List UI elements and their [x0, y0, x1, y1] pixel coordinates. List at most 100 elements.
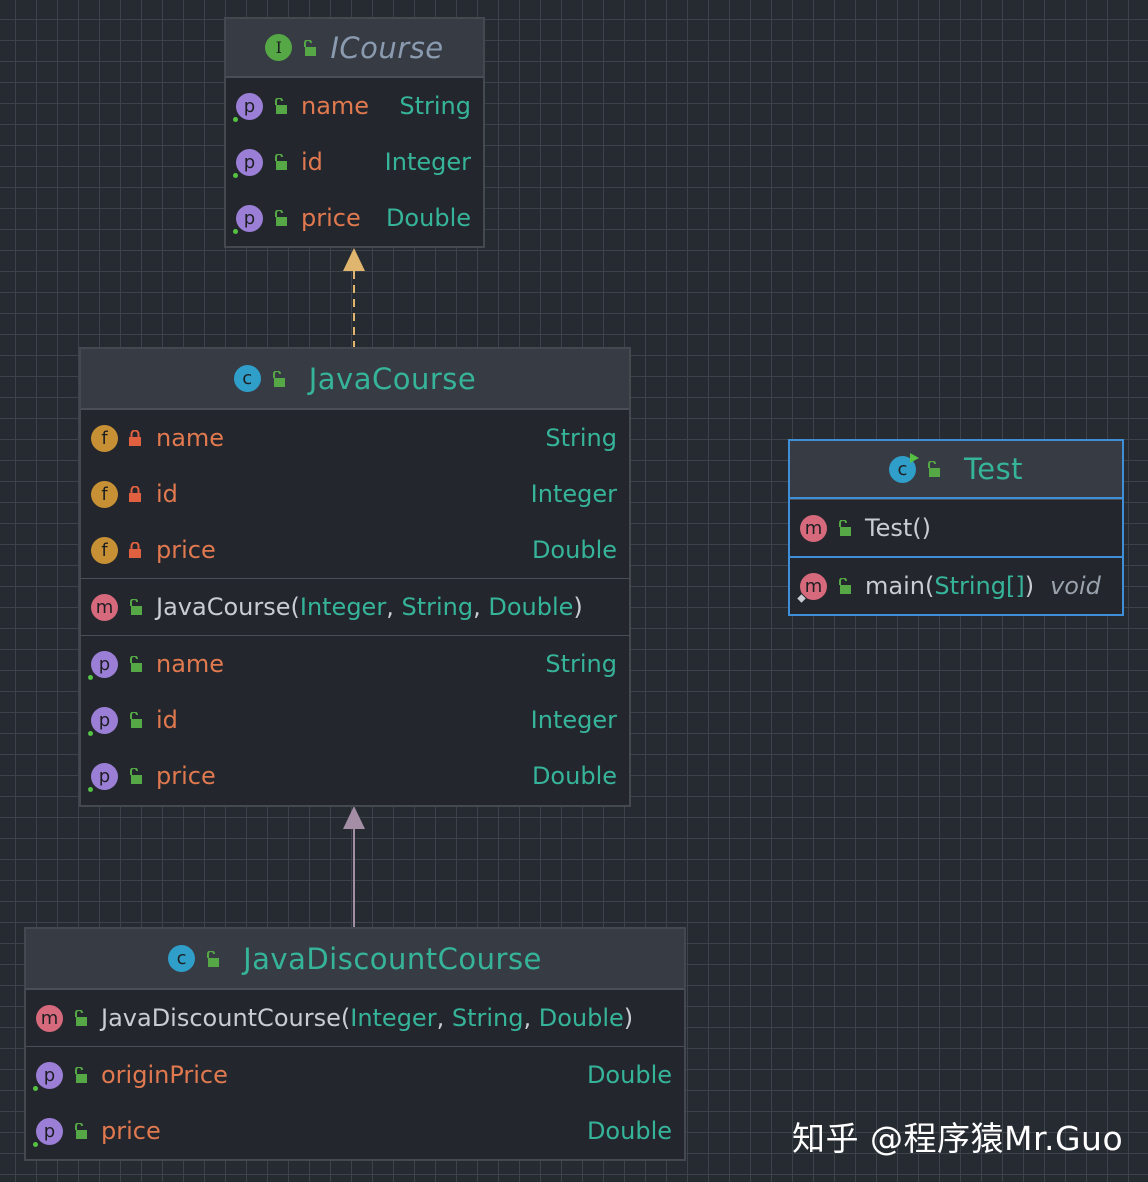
closed-lock-icon: [128, 486, 142, 502]
method-parens: (): [912, 514, 931, 542]
javadiscountcourse-methods: m JavaDiscountCourse(Integer, String, Dou…: [26, 989, 684, 1046]
field-name: name: [156, 424, 225, 452]
closed-lock-icon: [128, 430, 142, 446]
property-icon: p: [33, 1061, 63, 1091]
param-separator: ,: [386, 593, 402, 621]
test-node[interactable]: c Test m Test() m main(String[]) void: [788, 439, 1124, 616]
property-type: Double: [531, 762, 617, 790]
open-lock-icon: [273, 154, 287, 170]
constructor-row[interactable]: m JavaCourse(Integer, String, Double): [81, 579, 629, 635]
open-lock-icon: [73, 1123, 87, 1139]
property-row[interactable]: p price Double: [26, 1103, 684, 1159]
paren-open: (: [340, 1004, 351, 1032]
method-name: JavaCourse: [156, 593, 291, 621]
icourse-header: I ICourse: [226, 19, 483, 77]
open-lock-icon: [128, 768, 142, 784]
property-icon: p: [33, 1117, 63, 1147]
field-icon: f: [91, 480, 118, 508]
field-type: Integer: [530, 480, 617, 508]
test-methods: m main(String[]) void: [790, 556, 1122, 614]
closed-lock-icon: [128, 542, 142, 558]
field-type: Double: [531, 536, 617, 564]
open-lock-icon: [926, 461, 940, 477]
property-row[interactable]: p id Integer: [226, 134, 483, 190]
property-type: Integer: [530, 706, 617, 734]
param-separator: ,: [436, 1004, 452, 1032]
field-type: String: [545, 424, 617, 452]
javacourse-fields: f name String f id Integer f price Double: [81, 409, 629, 578]
method-name: Test: [865, 514, 913, 542]
param-type: Double: [488, 593, 574, 621]
paren-close: ): [623, 1004, 634, 1032]
javacourse-methods: m JavaCourse(Integer, String, Double): [81, 578, 629, 635]
property-row[interactable]: p price Double: [81, 748, 629, 804]
javadiscountcourse-node[interactable]: c JavaDiscountCourse m JavaDiscountCourse…: [24, 927, 686, 1161]
open-lock-icon: [273, 210, 287, 226]
param-type: String: [401, 593, 474, 621]
open-lock-icon: [271, 370, 285, 387]
method-row[interactable]: m main(String[]) void: [790, 558, 1122, 614]
javadiscountcourse-header: c JavaDiscountCourse: [26, 929, 684, 989]
field-icon: f: [91, 536, 118, 564]
property-icon: p: [233, 204, 263, 234]
constructor-row[interactable]: m Test(): [790, 500, 1122, 556]
return-type: void: [1050, 572, 1101, 600]
javacourse-title: JavaCourse: [308, 361, 477, 396]
open-lock-icon: [128, 599, 142, 615]
property-name: id: [156, 706, 178, 734]
property-name: price: [156, 762, 216, 790]
property-row[interactable]: p id Integer: [81, 692, 629, 748]
param-type: Integer: [299, 593, 387, 621]
javacourse-header: c JavaCourse: [81, 349, 629, 409]
constructor-row[interactable]: m JavaDiscountCourse(Integer, String, Dou…: [26, 990, 684, 1046]
property-row[interactable]: p name String: [81, 636, 629, 692]
field-name: id: [156, 480, 178, 508]
open-lock-icon: [73, 1067, 87, 1083]
param-type: Integer: [350, 1004, 437, 1032]
paren-close: ): [573, 593, 583, 621]
property-icon: p: [233, 148, 263, 178]
property-icon: p: [88, 650, 118, 680]
icourse-node[interactable]: I ICourse p name String p id Integer p price D…: [224, 17, 485, 248]
property-type: Double: [586, 1117, 672, 1145]
paren-close: ): [1024, 572, 1035, 600]
property-icon: p: [88, 706, 118, 736]
field-row[interactable]: f price Double: [81, 522, 629, 578]
class-icon: c: [233, 365, 261, 392]
property-name: price: [101, 1117, 161, 1145]
javadiscountcourse-properties: p originPrice Double p price Double: [26, 1046, 684, 1159]
property-type: Double: [385, 204, 471, 232]
property-icon: p: [88, 762, 118, 792]
property-type: Double: [586, 1061, 672, 1089]
property-name: originPrice: [101, 1061, 228, 1089]
property-row[interactable]: p price Double: [226, 190, 483, 246]
property-type: String: [399, 92, 471, 120]
interface-icon: I: [265, 34, 293, 61]
open-lock-icon: [205, 950, 220, 967]
paren-open: (: [924, 572, 935, 600]
property-row[interactable]: p originPrice Double: [26, 1047, 684, 1103]
field-row[interactable]: f name String: [81, 410, 629, 466]
javacourse-properties: p name String p id Integer p price Double: [81, 635, 629, 804]
open-lock-icon: [128, 656, 142, 672]
method-icon: m: [91, 593, 118, 621]
static-method-icon: m: [796, 572, 827, 604]
method-icon: m: [36, 1004, 63, 1032]
field-icon: f: [91, 424, 118, 452]
param-type: String[]: [934, 572, 1025, 600]
property-name: price: [301, 204, 361, 232]
paren-open: (: [290, 593, 300, 621]
property-row[interactable]: p name String: [226, 78, 483, 134]
open-lock-icon: [273, 98, 287, 114]
test-constructors: m Test(): [790, 499, 1122, 556]
method-icon: m: [800, 514, 827, 542]
property-type: String: [545, 650, 617, 678]
open-lock-icon: [302, 39, 317, 56]
field-name: price: [156, 536, 216, 564]
icourse-title: ICourse: [330, 30, 444, 65]
javadiscountcourse-title: JavaDiscountCourse: [243, 941, 542, 976]
property-type: Integer: [384, 148, 471, 176]
property-name: name: [156, 650, 225, 678]
field-row[interactable]: f id Integer: [81, 466, 629, 522]
javacourse-node[interactable]: c JavaCourse f name String f id Integer f pri…: [79, 347, 631, 807]
